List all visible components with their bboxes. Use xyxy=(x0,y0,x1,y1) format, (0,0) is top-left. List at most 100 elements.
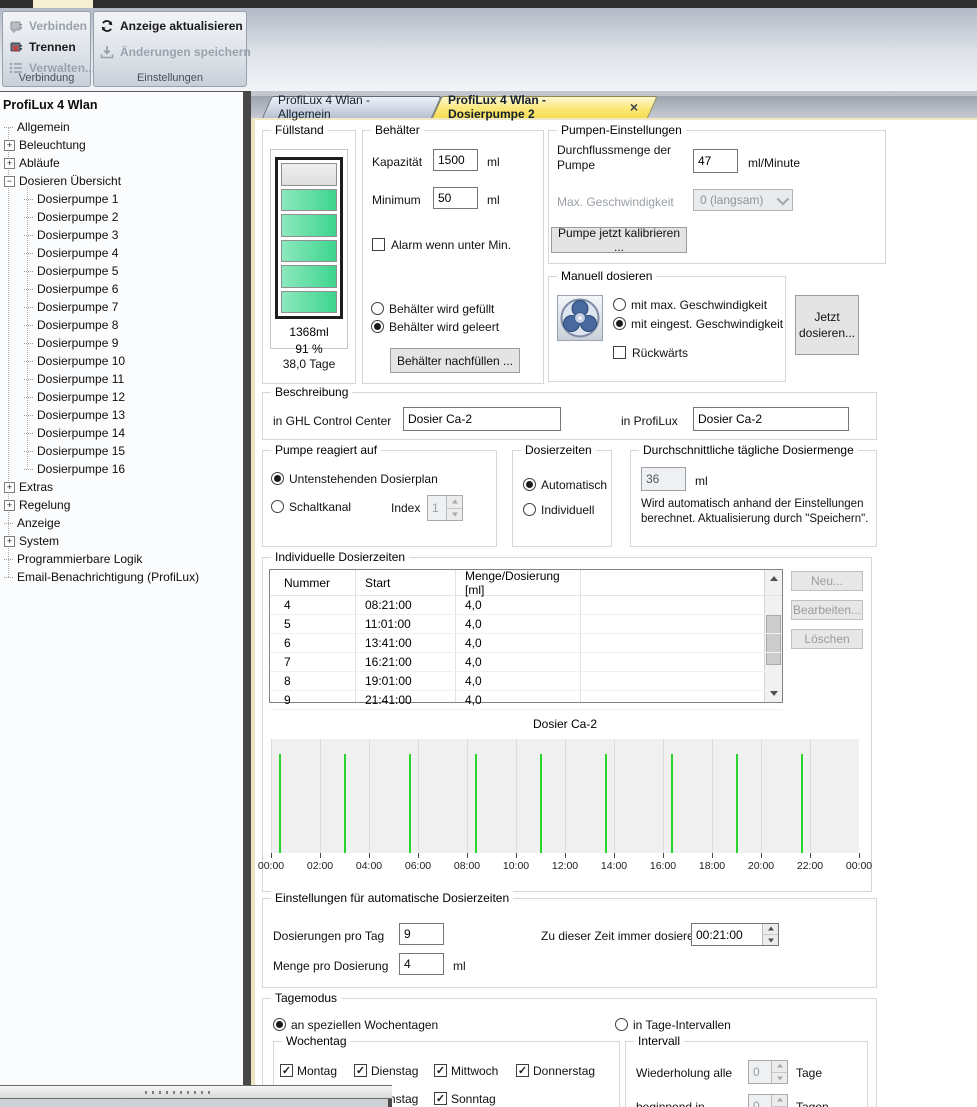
intervalle-radio[interactable] xyxy=(615,1018,628,1031)
chart-tick-label: 14:00 xyxy=(601,860,627,872)
plus-expander-icon[interactable]: + xyxy=(4,482,15,493)
sidebar-item-dosierpumpe-5[interactable]: Dosierpumpe 5 xyxy=(0,262,243,280)
behaelter-legend: Behälter xyxy=(371,123,424,137)
sidebar-item-programmierbare-logik[interactable]: Programmierbare Logik xyxy=(0,550,243,568)
individuell-radio[interactable] xyxy=(523,503,536,516)
alarm-checkbox[interactable] xyxy=(372,238,385,251)
trennen-button[interactable]: Trennen xyxy=(8,36,87,57)
sidebar-item-regelung[interactable]: +Regelung xyxy=(0,496,243,514)
sidebar-item-beleuchtung[interactable]: +Beleuchtung xyxy=(0,136,243,154)
dosierplan-radio[interactable] xyxy=(271,472,284,485)
sidebar-item-dosierpumpe-11[interactable]: Dosierpumpe 11 xyxy=(0,370,243,388)
mittwoch-checkbox[interactable] xyxy=(434,1064,447,1077)
tree-connector xyxy=(4,127,13,128)
dosierungen-pro-tag-input[interactable] xyxy=(399,923,444,945)
dienstag-checkbox[interactable] xyxy=(354,1064,367,1077)
minus-expander-icon[interactable]: − xyxy=(4,176,15,187)
sidebar-item-dosierpumpe-14[interactable]: Dosierpumpe 14 xyxy=(0,424,243,442)
column-header-nummer[interactable]: Nummer xyxy=(270,570,355,595)
sonntag-checkbox[interactable] xyxy=(434,1092,447,1105)
sidebar-item-label: Dosierpumpe 7 xyxy=(33,300,118,314)
rueckwaerts-checkbox[interactable] xyxy=(613,346,626,359)
tab-dosierpumpe-2[interactable]: ProfiLux 4 Wlan - Dosierpumpe 2 × xyxy=(432,96,648,118)
table-row[interactable]: 408:21:004,0 xyxy=(270,596,782,615)
plus-expander-icon[interactable]: + xyxy=(4,158,15,169)
mit-max-geschwindigkeit-radio[interactable] xyxy=(613,298,626,311)
splitter-grip[interactable] xyxy=(145,1091,211,1094)
sidebar-item-dosierpumpe-12[interactable]: Dosierpumpe 12 xyxy=(0,388,243,406)
bearbeiten-button: Bearbeiten... xyxy=(791,600,863,620)
behaelter-gefuellt-radio[interactable] xyxy=(371,302,384,315)
anzeige-aktualisieren-button[interactable]: Anzeige aktualisieren xyxy=(99,15,243,36)
sidebar-item-dosierpumpe-3[interactable]: Dosierpumpe 3 xyxy=(0,226,243,244)
zeit-spinner[interactable]: 00:21:00 xyxy=(691,923,779,946)
chart-tick-mark xyxy=(712,853,713,858)
sidebar-item-abläufe[interactable]: +Abläufe xyxy=(0,154,243,172)
sidebar-item-dosierpumpe-1[interactable]: Dosierpumpe 1 xyxy=(0,190,243,208)
sidebar-item-allgemein[interactable]: Allgemein xyxy=(0,118,243,136)
montag-checkbox[interactable] xyxy=(280,1064,293,1077)
sidebar-item-email-benachrichtigung-profilux-[interactable]: Email-Benachrichtigung (ProfiLux) xyxy=(0,568,243,586)
durchschnitt-legend: Durchschnittliche tägliche Dosiermenge xyxy=(639,443,858,457)
sidebar-item-dosieren-übersicht[interactable]: −Dosieren Übersicht xyxy=(0,172,243,190)
plus-expander-icon[interactable]: + xyxy=(4,500,15,511)
sidebar-item-extras[interactable]: +Extras xyxy=(0,478,243,496)
durchfluss-input[interactable] xyxy=(693,149,738,173)
behaelter-geleert-radio[interactable] xyxy=(371,320,384,333)
table-cell: 7 xyxy=(270,653,355,671)
sidebar-item-dosierpumpe-16[interactable]: Dosierpumpe 16 xyxy=(0,460,243,478)
mit-max-geschwindigkeit-label: mit max. Geschwindigkeit xyxy=(631,298,767,312)
jetzt-dosieren-button[interactable]: Jetzt dosieren... xyxy=(795,295,859,355)
sidebar-splitter[interactable] xyxy=(243,91,251,1107)
profilux-name-input[interactable] xyxy=(693,407,849,431)
automatisch-radio[interactable] xyxy=(523,478,536,491)
sidebar-item-label: Dosierpumpe 1 xyxy=(33,192,118,206)
usb-disconnect-icon xyxy=(8,39,24,55)
tab-allgemein[interactable]: ProfiLux 4 Wlan - Allgemein xyxy=(262,96,432,118)
chart-gridline xyxy=(712,739,713,853)
table-row[interactable]: 511:01:004,0 xyxy=(270,615,782,634)
sidebar-item-dosierpumpe-9[interactable]: Dosierpumpe 9 xyxy=(0,334,243,352)
spin-down-icon[interactable] xyxy=(763,934,778,945)
chart-gridline xyxy=(761,739,762,853)
fuellstand-legend: Füllstand xyxy=(271,123,328,137)
sidebar-item-dosierpumpe-10[interactable]: Dosierpumpe 10 xyxy=(0,352,243,370)
minimum-input[interactable] xyxy=(433,187,478,209)
sidebar-item-dosierpumpe-2[interactable]: Dosierpumpe 2 xyxy=(0,208,243,226)
sidebar-item-dosierpumpe-4[interactable]: Dosierpumpe 4 xyxy=(0,244,243,262)
schaltkanal-label: Schaltkanal xyxy=(289,500,351,514)
sidebar-item-anzeige[interactable]: Anzeige xyxy=(0,514,243,532)
spin-up-icon[interactable] xyxy=(763,924,778,934)
column-header-menge[interactable]: Menge/Dosierung [ml] xyxy=(455,570,580,595)
sidebar-item-dosierpumpe-7[interactable]: Dosierpumpe 7 xyxy=(0,298,243,316)
table-row[interactable]: 819:01:004,0 xyxy=(270,672,782,691)
sidebar-item-system[interactable]: +System xyxy=(0,532,243,550)
menge-pro-dosierung-input[interactable] xyxy=(399,953,444,975)
plus-expander-icon[interactable]: + xyxy=(4,140,15,151)
wochentage-radio[interactable] xyxy=(273,1018,286,1031)
sidebar-item-dosierpumpe-8[interactable]: Dosierpumpe 8 xyxy=(0,316,243,334)
mit-eingest-geschwindigkeit-radio[interactable] xyxy=(613,317,626,330)
durchschnitt-unit: ml xyxy=(695,474,708,488)
table-row[interactable]: 921:41:004,0 xyxy=(270,691,782,710)
table-row[interactable]: 613:41:004,0 xyxy=(270,634,782,653)
sidebar-item-dosierpumpe-13[interactable]: Dosierpumpe 13 xyxy=(0,406,243,424)
sidebar-item-dosierpumpe-6[interactable]: Dosierpumpe 6 xyxy=(0,280,243,298)
schaltkanal-radio[interactable] xyxy=(271,500,284,513)
kapazitaet-input[interactable] xyxy=(433,149,478,171)
ghl-name-input[interactable] xyxy=(403,407,561,431)
table-cell: 11:01:00 xyxy=(355,615,455,633)
donnerstag-checkbox[interactable] xyxy=(516,1064,529,1077)
chart-gridline xyxy=(614,739,615,853)
plus-expander-icon[interactable]: + xyxy=(4,536,15,547)
pumpe-kalibrieren-button[interactable]: Pumpe jetzt kalibrieren ... xyxy=(551,227,687,253)
close-tab-icon[interactable]: × xyxy=(630,100,638,114)
sidebar-item-dosierpumpe-15[interactable]: Dosierpumpe 15 xyxy=(0,442,243,460)
ribbon-active-tab-stub[interactable] xyxy=(33,0,93,8)
sidebar-item-label: Beleuchtung xyxy=(15,138,86,152)
behaelter-nachfuellen-button[interactable]: Behälter nachfüllen ... xyxy=(390,348,520,373)
zeit-value[interactable]: 00:21:00 xyxy=(692,924,762,945)
table-row[interactable]: 716:21:004,0 xyxy=(270,653,782,672)
column-header-start[interactable]: Start xyxy=(355,570,455,595)
bottom-dock-splitter[interactable] xyxy=(0,1085,392,1107)
